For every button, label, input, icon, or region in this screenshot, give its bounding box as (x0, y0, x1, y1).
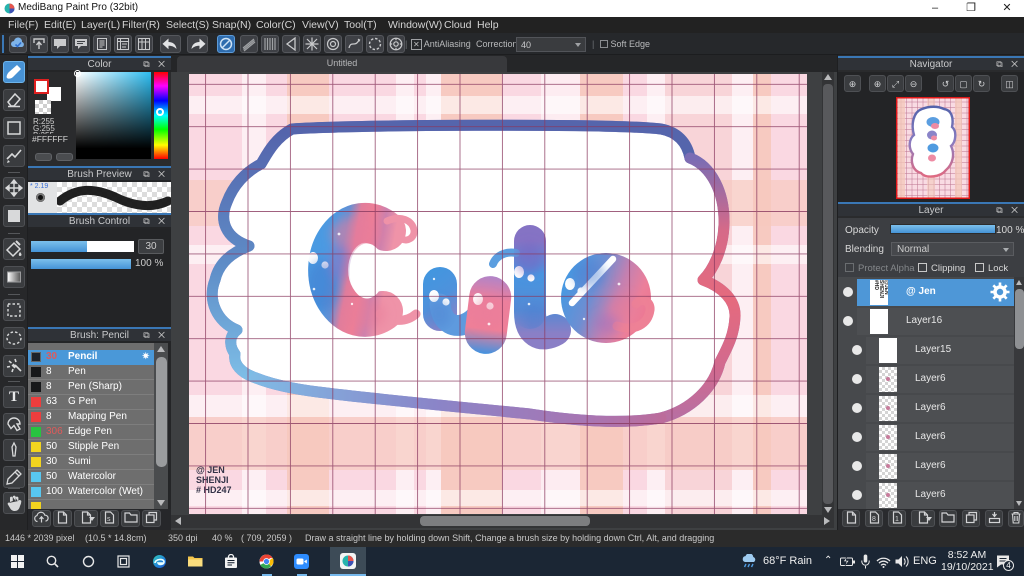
svg-text:SHENJI: SHENJI (196, 475, 229, 485)
svg-text:@ JEN: @ JEN (196, 465, 225, 475)
svg-text:8: 8 (872, 516, 876, 523)
svg-text:s: s (107, 516, 111, 523)
svg-text:# HD247: # HD247 (196, 485, 232, 495)
svg-text:1: 1 (895, 516, 899, 523)
